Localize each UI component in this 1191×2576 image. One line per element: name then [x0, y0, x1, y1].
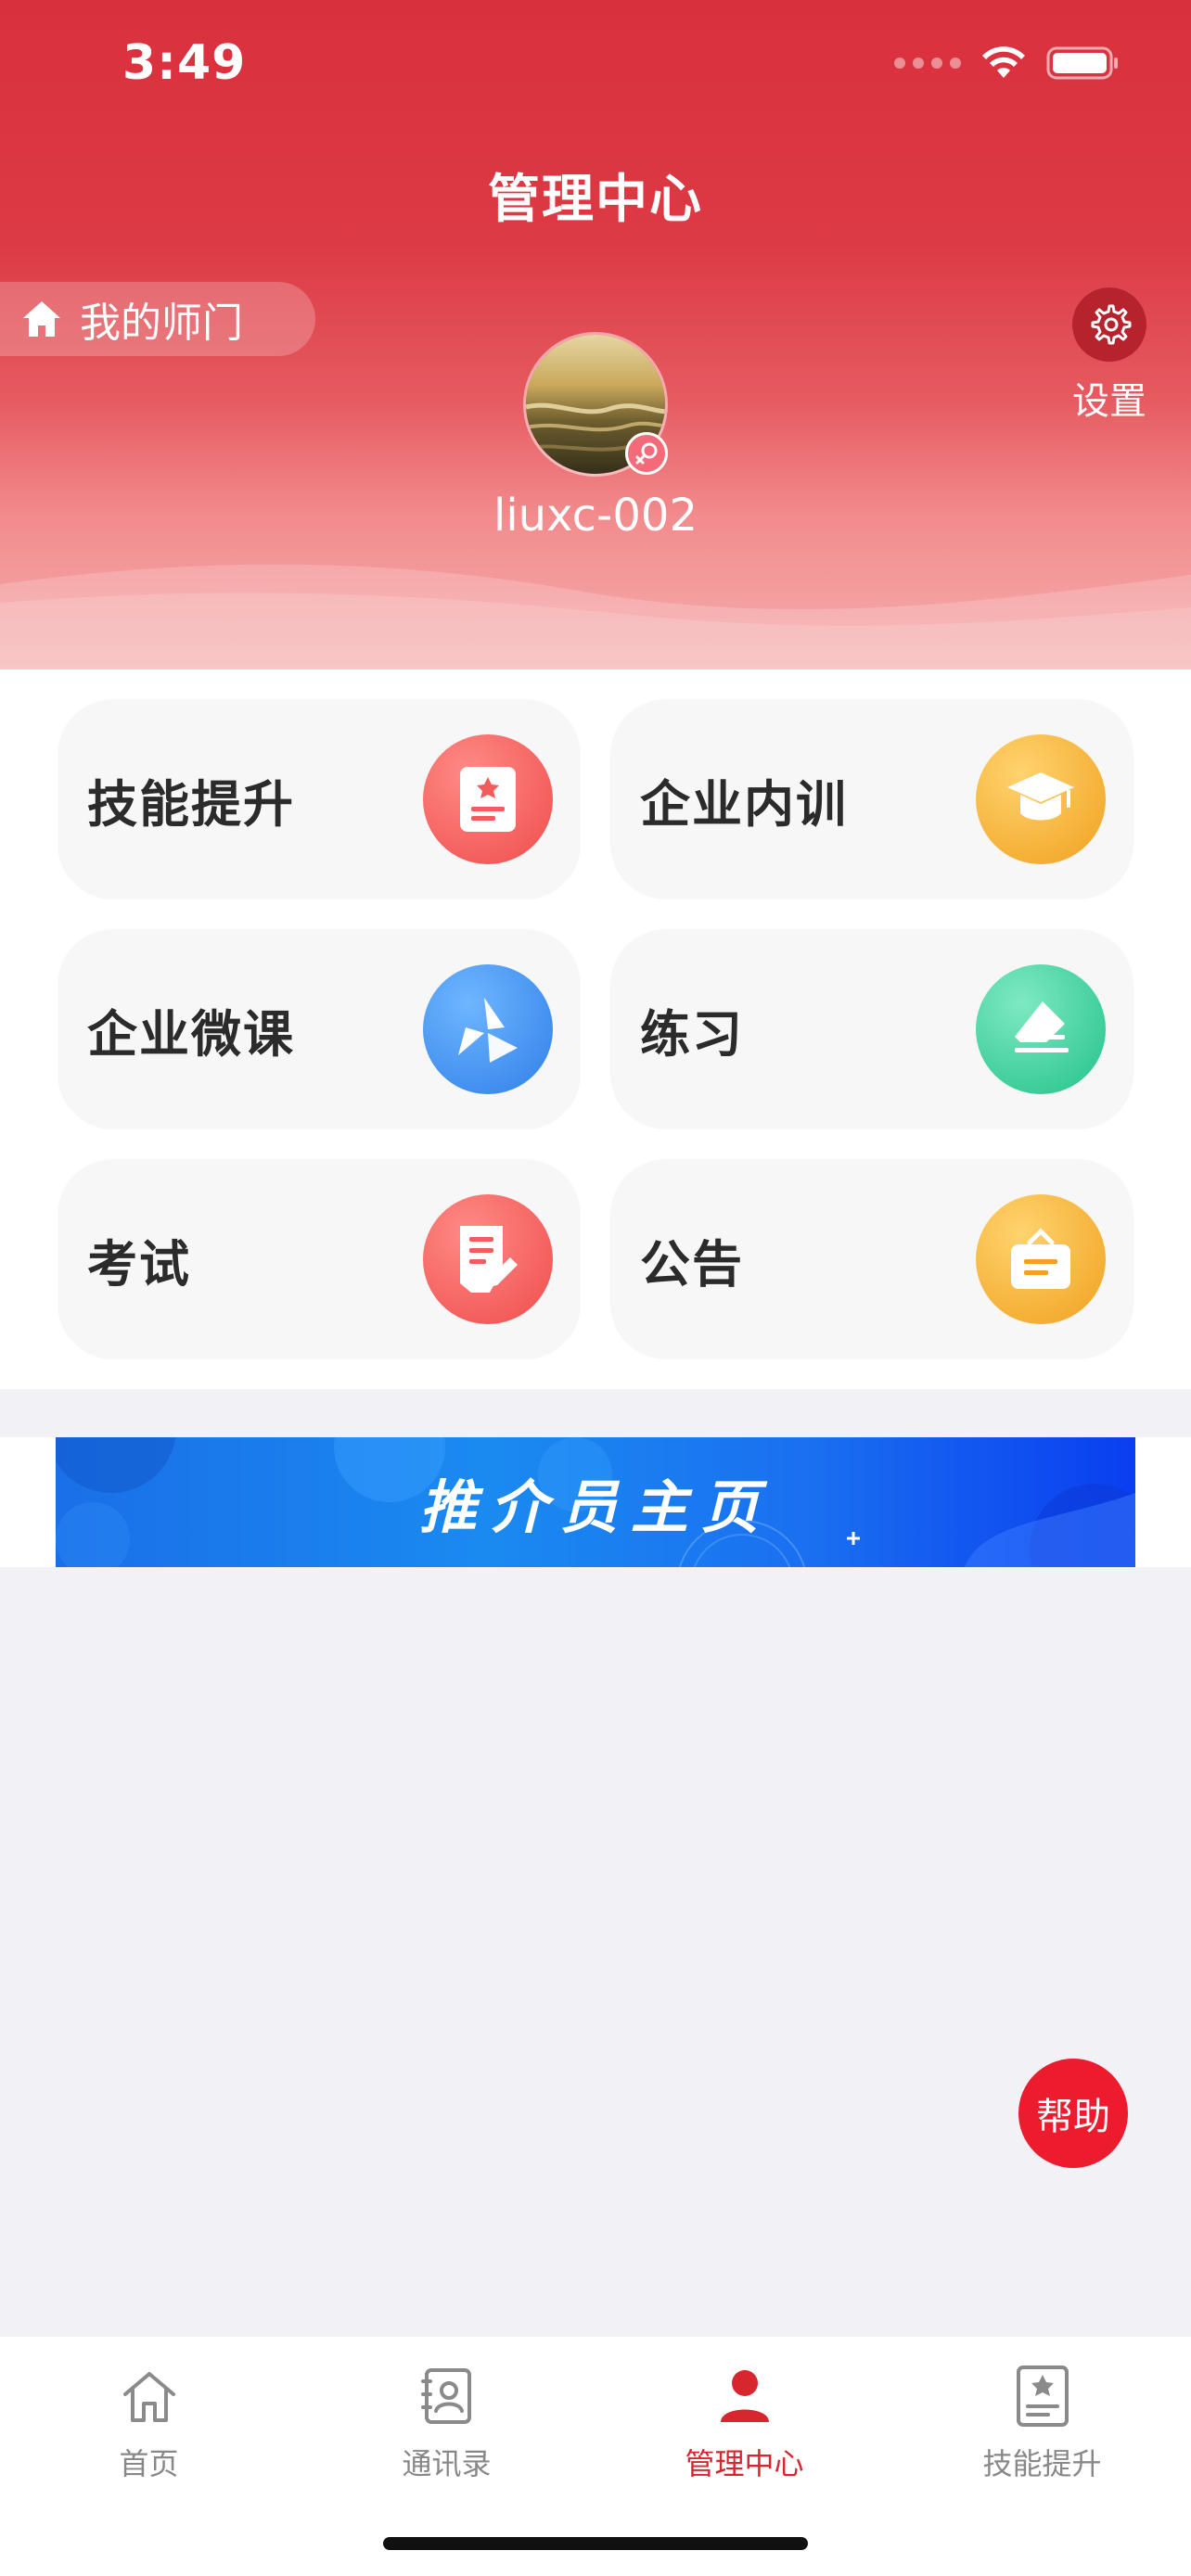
battery-icon	[1046, 46, 1118, 80]
skill-book-icon	[893, 2363, 1191, 2429]
home-icon	[0, 2363, 298, 2429]
menu-item-skill-upgrade[interactable]: 技能提升	[58, 699, 581, 899]
menu-item-label: 考试	[87, 1234, 191, 1294]
wifi-icon	[982, 46, 1025, 78]
menu-item-announcement[interactable]: 公告	[610, 1159, 1133, 1359]
tab-home[interactable]: 首页	[0, 2363, 298, 2483]
app-screen: 3:49 管理中心 我的师门 设置 liuxc-002 技能提升 企业内训 企业…	[0, 0, 1191, 2576]
status-time: 3:49	[122, 35, 247, 91]
graduation-cap-icon	[976, 734, 1106, 864]
home-icon	[23, 301, 60, 337]
menu-grid: 技能提升 企业内训 企业微课 练习 考试 公告	[0, 670, 1191, 1389]
gear-icon	[1091, 304, 1132, 345]
banner-title: 推介员主页	[418, 1473, 772, 1541]
user-icon	[596, 2363, 893, 2429]
settings-label: 设置	[1072, 380, 1146, 423]
menu-item-enterprise-training[interactable]: 企业内训	[610, 699, 1133, 899]
cellular-signal-icon	[894, 57, 961, 69]
page-title: 管理中心	[488, 170, 703, 230]
home-indicator	[383, 2537, 808, 2550]
username: liuxc-002	[493, 490, 698, 542]
tab-label: 通讯录	[402, 2446, 492, 2481]
menu-item-label: 练习	[640, 1004, 744, 1064]
header-wave-decoration	[0, 564, 1191, 670]
menu-item-label: 企业微课	[87, 1004, 295, 1064]
tab-skill-upgrade[interactable]: 技能提升	[893, 2363, 1191, 2483]
promoter-home-banner[interactable]: 推介员主页	[56, 1437, 1135, 1567]
tab-label: 管理中心	[685, 2446, 804, 2481]
contacts-icon	[298, 2363, 596, 2429]
tab-management-center[interactable]: 管理中心	[596, 2363, 893, 2483]
settings-button[interactable]: 设置	[1063, 287, 1156, 425]
exam-paper-icon	[423, 1194, 553, 1324]
status-icons	[894, 45, 1121, 82]
banner-section: 推介员主页	[0, 1437, 1191, 1567]
tab-contacts[interactable]: 通讯录	[298, 2363, 596, 2483]
header: 3:49 管理中心 我的师门 设置 liuxc-002	[0, 0, 1191, 670]
pinwheel-icon	[423, 964, 553, 1094]
menu-item-label: 公告	[640, 1234, 744, 1294]
menu-item-label: 企业内训	[640, 774, 848, 834]
menu-item-label: 技能提升	[87, 774, 295, 834]
settings-icon-circle	[1072, 287, 1146, 362]
my-master-label: 我的师门	[80, 300, 243, 347]
menu-item-micro-course[interactable]: 企业微课	[58, 929, 581, 1129]
menu-item-exam[interactable]: 考试	[58, 1159, 581, 1359]
notice-board-icon	[976, 1194, 1106, 1324]
tab-label: 技能提升	[982, 2446, 1102, 2481]
menu-item-practice[interactable]: 练习	[610, 929, 1133, 1129]
gender-female-icon	[625, 432, 668, 475]
my-master-button[interactable]: 我的师门	[0, 282, 315, 356]
tab-label: 首页	[119, 2446, 179, 2481]
help-button[interactable]: 帮助	[1018, 2059, 1128, 2168]
skill-book-icon	[423, 734, 553, 864]
eraser-icon	[976, 964, 1106, 1094]
